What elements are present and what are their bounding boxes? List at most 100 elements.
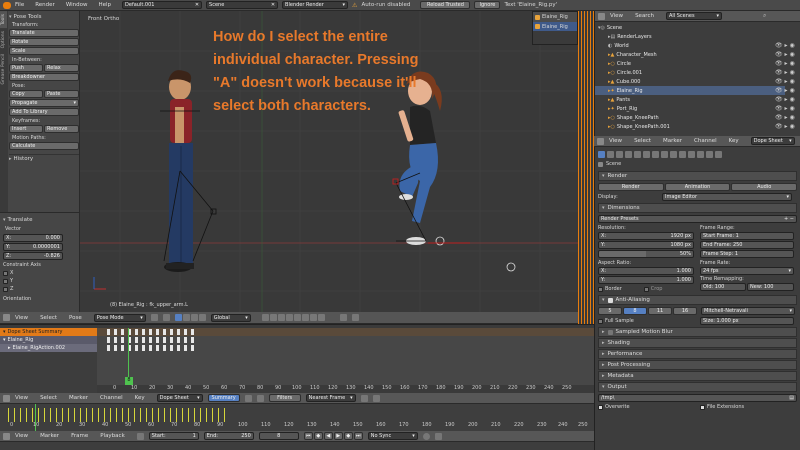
- menu-channel[interactable]: Channel: [694, 138, 717, 144]
- menu-channel[interactable]: Channel: [100, 395, 123, 401]
- end-frame-field[interactable]: End: 250: [203, 432, 254, 440]
- output-path-field[interactable]: /tmp\ ▤: [598, 394, 797, 402]
- calculate-button[interactable]: Calculate: [9, 142, 79, 150]
- menu-render[interactable]: Render: [35, 2, 55, 8]
- lock-icon[interactable]: [339, 314, 347, 321]
- orientation-selector[interactable]: Global ▾: [210, 313, 251, 322]
- aspect-x-field[interactable]: X: 1.000: [598, 267, 694, 275]
- start-frame-field[interactable]: Start Frame: 1: [700, 232, 794, 240]
- translate-manipulator-icon[interactable]: [182, 314, 190, 321]
- outliner-item-world[interactable]: ◐ World: [595, 41, 785, 50]
- manipulator-toggles[interactable]: [174, 314, 206, 321]
- eye-icon[interactable]: 👁 ▸ ◉: [775, 77, 799, 86]
- search-icon[interactable]: ⌕: [763, 12, 766, 20]
- menu-key[interactable]: Key: [135, 395, 145, 401]
- close-icon[interactable]: ✕: [271, 2, 275, 8]
- blender-logo-icon[interactable]: [3, 1, 11, 9]
- menu-frame[interactable]: Frame: [71, 433, 88, 439]
- output-panel-header[interactable]: ▾ Output: [598, 382, 797, 392]
- tab-options[interactable]: Options: [0, 28, 7, 51]
- editor-type-icon[interactable]: [3, 394, 10, 402]
- crop-checkbox[interactable]: [643, 286, 649, 292]
- menu-view[interactable]: View: [609, 138, 622, 144]
- dopesheet-mode-selector[interactable]: Dope Sheet ▾: [156, 394, 203, 402]
- anti-aliasing-panel-header[interactable]: ▾ Anti-Aliasing: [598, 295, 797, 305]
- play-icon[interactable]: ▶: [333, 432, 343, 440]
- menu-view[interactable]: View: [15, 433, 28, 439]
- display-selector[interactable]: Image Editor ▾: [662, 193, 792, 201]
- folder-icon[interactable]: ▤: [789, 395, 794, 401]
- scale-manipulator-icon[interactable]: [198, 314, 206, 321]
- add-icon[interactable]: + −: [784, 216, 794, 222]
- render-panel-header[interactable]: ▾ Render: [598, 171, 797, 181]
- dopesheet-mode-selector[interactable]: Dope Sheet ▾: [750, 137, 795, 145]
- outliner-item-pants[interactable]: ▸▲ Pants: [595, 95, 785, 104]
- physics-tab-icon[interactable]: [715, 150, 722, 158]
- keying-set-icon[interactable]: [434, 432, 442, 440]
- constraints-tab-icon[interactable]: [643, 150, 650, 158]
- aa-filter-selector[interactable]: Mitchell-Netravali ▾: [701, 307, 795, 315]
- eye-icon[interactable]: 👁 ▸ ◉: [775, 86, 799, 95]
- outliner-item-scene[interactable]: ▾◎ Scene: [595, 23, 785, 32]
- aa-samples-16[interactable]: 16: [673, 307, 697, 315]
- frame-step-field[interactable]: Frame Step: 1: [700, 250, 794, 258]
- vector-x-field[interactable]: X: 0.000: [3, 234, 63, 242]
- keyframe-row-action[interactable]: [107, 345, 197, 351]
- outliner-item-circle[interactable]: ▸○ Circle: [595, 59, 785, 68]
- menu-marker[interactable]: Marker: [69, 395, 88, 401]
- channel-elaine-action[interactable]: ▸ Elaine_RigAction.002: [0, 344, 97, 352]
- sync-selector[interactable]: No Sync ▾: [367, 432, 418, 440]
- layer-icon[interactable]: [277, 314, 285, 321]
- menu-view[interactable]: View: [610, 13, 623, 19]
- ghost-icon[interactable]: [256, 394, 264, 402]
- data-tab-icon[interactable]: [661, 150, 668, 158]
- shading-icon[interactable]: [150, 314, 158, 321]
- summary-toggle[interactable]: Summary: [207, 394, 240, 402]
- eye-icon[interactable]: 👁 ▸ ◉: [775, 95, 799, 104]
- current-frame-field[interactable]: 8: [258, 432, 299, 440]
- menu-pose[interactable]: Pose: [69, 315, 82, 321]
- layer-buttons[interactable]: [261, 314, 325, 321]
- aa-samples-11[interactable]: 11: [648, 307, 672, 315]
- menu-search[interactable]: Search: [635, 13, 654, 19]
- prev-key-icon[interactable]: ◆: [313, 432, 323, 440]
- menu-key[interactable]: Key: [729, 138, 739, 144]
- bone-tab-icon[interactable]: [670, 150, 677, 158]
- collapse-icon[interactable]: ▾: [9, 14, 12, 20]
- push-button[interactable]: Push: [9, 64, 43, 72]
- resolution-percentage-slider[interactable]: 50%: [598, 250, 694, 258]
- scene-tab-icon[interactable]: [616, 150, 623, 158]
- bone-constraints-tab-icon[interactable]: [679, 150, 686, 158]
- dopesheet-keyframe-area[interactable]: 8: [97, 328, 594, 387]
- editor-type-icon[interactable]: [3, 314, 10, 321]
- collapse-icon[interactable]: ▾: [3, 217, 6, 223]
- filter-size-field[interactable]: Size: 1.000 px: [700, 317, 794, 325]
- rotate-manipulator-icon[interactable]: [190, 314, 198, 321]
- menu-view[interactable]: View: [15, 315, 28, 321]
- menu-select[interactable]: Select: [634, 138, 651, 144]
- insert-keyframe-button[interactable]: Insert: [9, 125, 43, 133]
- jump-start-icon[interactable]: ⏮: [303, 432, 313, 440]
- layout-selector[interactable]: Default.001 ✕: [122, 1, 203, 9]
- animation-button[interactable]: Animation: [664, 183, 731, 191]
- menu-select[interactable]: Select: [40, 315, 57, 321]
- object-tab-icon[interactable]: [634, 150, 641, 158]
- only-selected-icon[interactable]: [244, 394, 252, 402]
- preview-range-icon[interactable]: [136, 432, 144, 440]
- menu-marker[interactable]: Marker: [663, 138, 682, 144]
- layer-icon[interactable]: [285, 314, 293, 321]
- tab-grease-pencil[interactable]: Grease Pencil: [0, 51, 7, 87]
- outliner-item-circle-001[interactable]: ▸○ Circle.001: [595, 68, 785, 77]
- post-processing-panel-header[interactable]: ▸ Post Processing: [598, 360, 797, 370]
- layer-icon[interactable]: [317, 314, 325, 321]
- modifiers-tab-icon[interactable]: [652, 150, 659, 158]
- eye-icon[interactable]: 👁 ▸ ◉: [775, 50, 799, 59]
- menu-window[interactable]: Window: [66, 2, 88, 8]
- vector-y-field[interactable]: Y: 0.0000001: [3, 243, 63, 251]
- layer-icon[interactable]: [301, 314, 309, 321]
- old-field[interactable]: Old: 100: [700, 283, 746, 291]
- reload-trusted-button[interactable]: Reload Trusted: [420, 1, 471, 9]
- eye-icon[interactable]: 👁 ▸ ◉: [775, 122, 799, 131]
- scale-button[interactable]: Scale: [9, 47, 79, 55]
- checkbox-y[interactable]: [3, 278, 8, 284]
